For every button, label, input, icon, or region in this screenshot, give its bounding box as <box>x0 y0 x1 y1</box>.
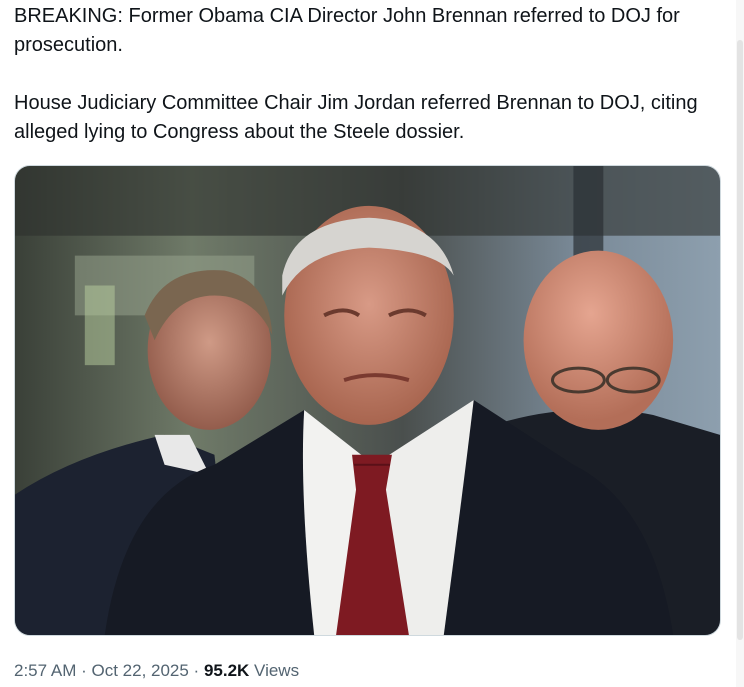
separator-dot: · <box>188 661 204 680</box>
tweet-text: BREAKING: Former Obama CIA Director John… <box>14 2 730 147</box>
tweet-paragraph: House Judiciary Committee Chair Jim Jord… <box>14 92 698 143</box>
tweet-time[interactable]: 2:57 AM <box>14 661 76 680</box>
tweet-meta: 2:57 AM · Oct 22, 2025 · 95.2K Views <box>14 659 299 683</box>
tweet-date[interactable]: Oct 22, 2025 <box>91 661 188 680</box>
scrollbar[interactable] <box>736 0 744 687</box>
scrollbar-thumb[interactable] <box>737 40 743 640</box>
tweet-photo[interactable] <box>14 165 721 636</box>
views-label: Views <box>249 661 300 680</box>
separator-dot: · <box>76 661 92 680</box>
tweet-paragraph: BREAKING: Former Obama CIA Director John… <box>14 5 680 56</box>
photo-image <box>15 166 720 635</box>
views-count: 95.2K <box>203 661 250 680</box>
